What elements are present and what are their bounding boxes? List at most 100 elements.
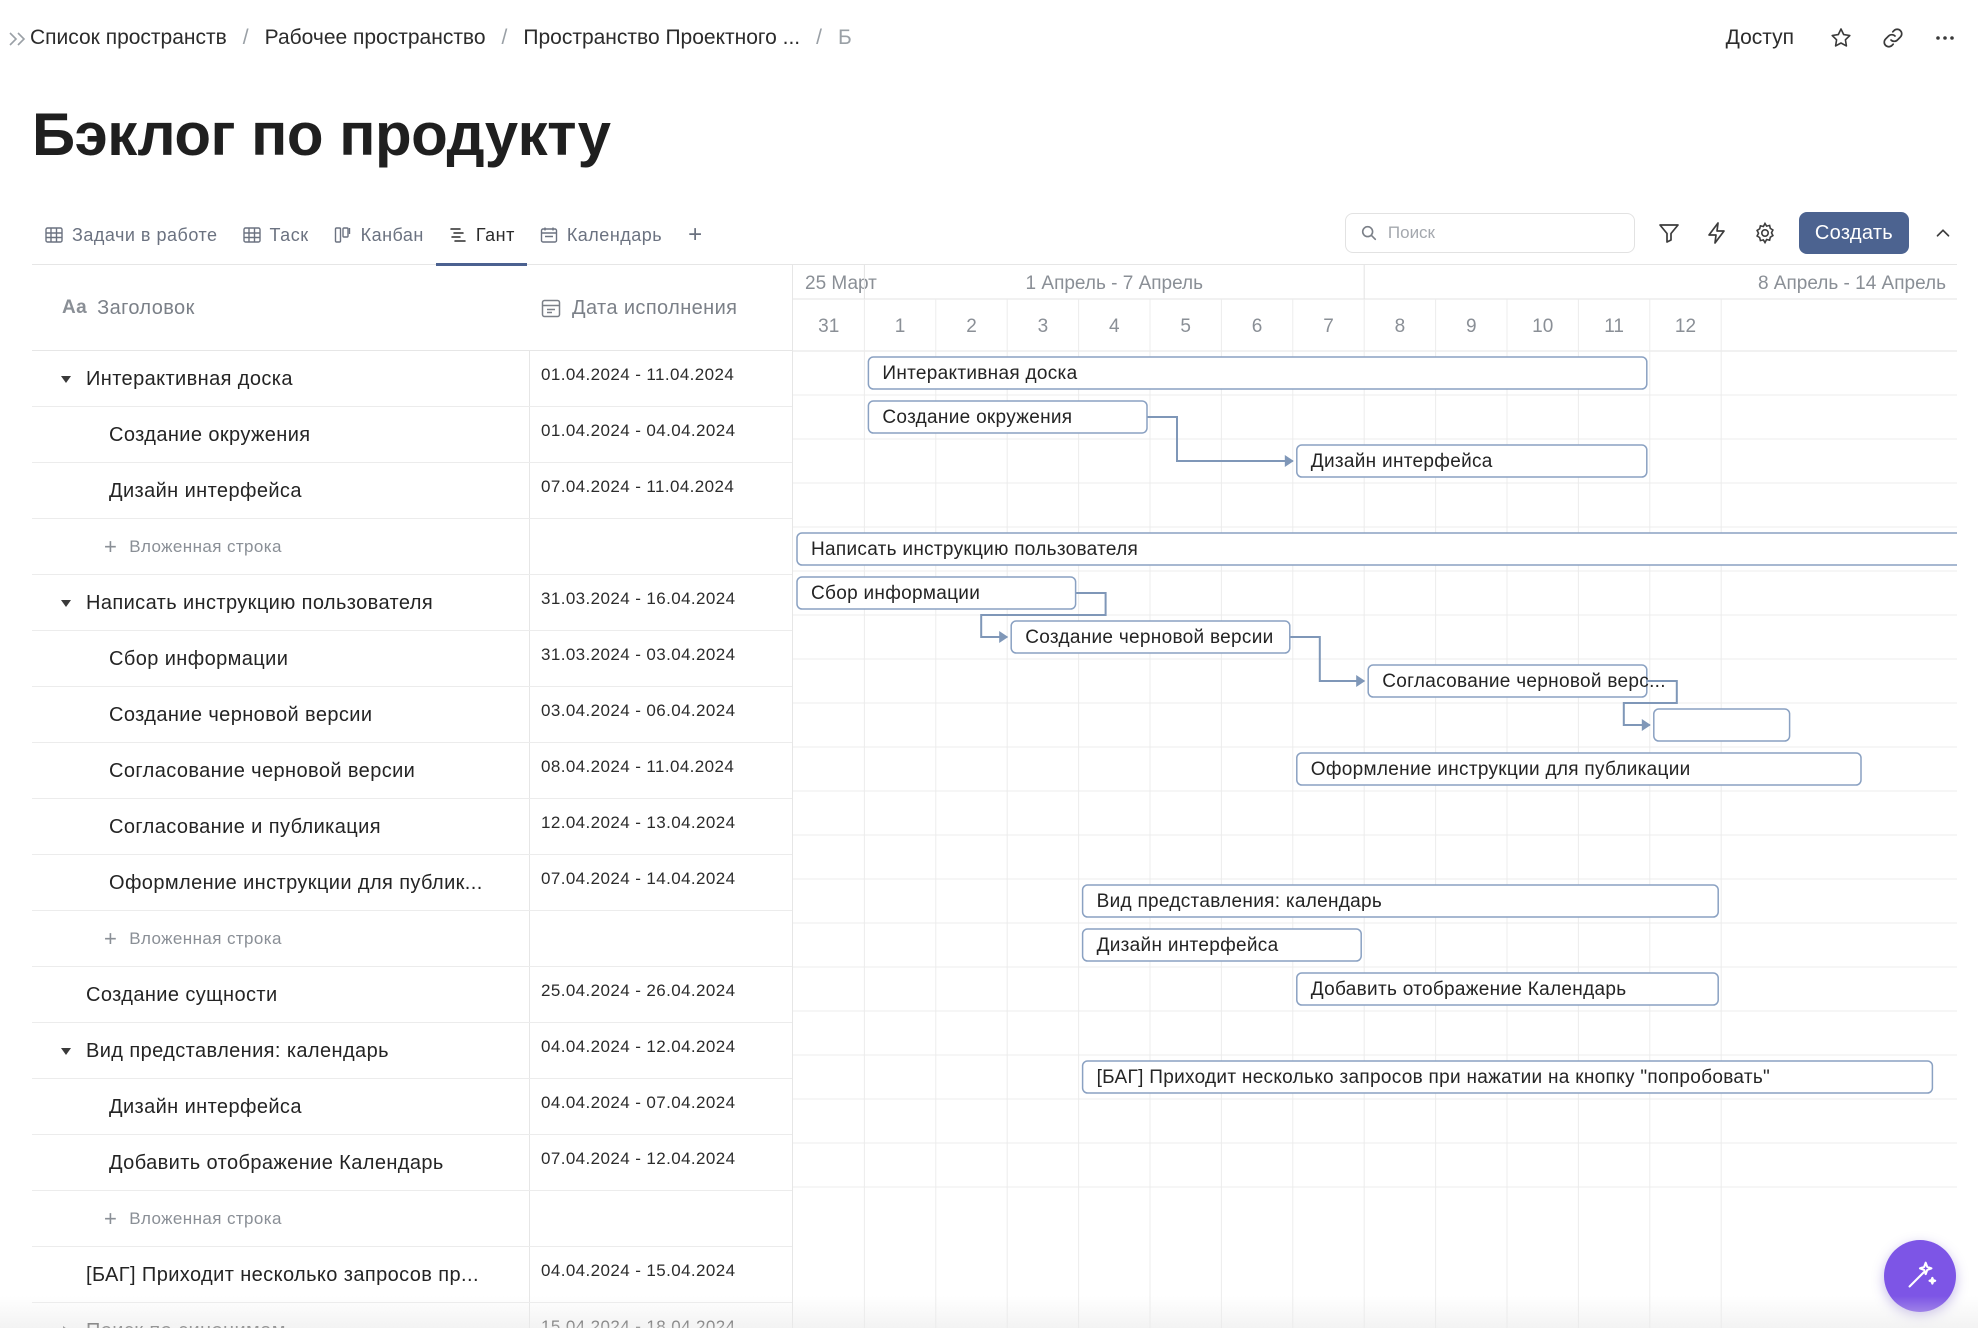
more-icon[interactable] — [1932, 25, 1958, 51]
row-due-date[interactable]: 04.04.2024 - 12.04.2024 — [541, 1023, 735, 1071]
row-due-date[interactable]: 04.04.2024 - 15.04.2024 — [541, 1247, 735, 1295]
caret-down-icon[interactable] — [60, 597, 72, 609]
ai-assistant-button[interactable] — [1884, 1240, 1956, 1312]
column-header-label: Заголовок — [97, 296, 195, 319]
settings-gear-icon[interactable] — [1751, 219, 1779, 247]
table-row[interactable]: Оформление инструкции для публик... 07.04… — [32, 855, 792, 911]
tab-gantt[interactable]: Гант — [435, 205, 527, 266]
table-row[interactable]: Написать инструкцию пользователя 31.03.20… — [32, 575, 792, 631]
table-row[interactable]: Дизайн интерфейса 04.04.2024 - 07.04.2024 — [32, 1079, 792, 1135]
gantt-bar[interactable] — [1653, 708, 1791, 742]
add-subrow-button[interactable]: + Вложенная строка — [104, 911, 282, 967]
calendar-icon — [540, 227, 558, 243]
top-actions: Доступ — [1718, 20, 1958, 56]
table-icon — [242, 227, 261, 243]
gantt-day-label: 1 — [895, 316, 906, 337]
row-due-date[interactable]: 03.04.2024 - 06.04.2024 — [541, 687, 735, 735]
create-button[interactable]: Создать — [1798, 212, 1909, 254]
caret-down-icon[interactable] — [60, 1045, 72, 1057]
table-row[interactable]: Создание черновой версии 03.04.2024 - 06.… — [32, 687, 792, 743]
table-row[interactable]: Согласование и публикация 12.04.2024 - 13… — [32, 799, 792, 855]
row-title[interactable]: Создание сущности — [86, 967, 278, 1023]
gantt-bar-label: [БАГ] Приходит несколько запросов при на… — [1097, 1067, 1770, 1088]
row-title[interactable]: Оформление инструкции для публик... — [109, 855, 483, 911]
automation-bolt-icon[interactable] — [1703, 219, 1731, 247]
add-view-button[interactable]: + — [674, 205, 716, 265]
add-subrow-row[interactable]: + Вложенная строка — [32, 519, 792, 575]
row-due-date[interactable]: 07.04.2024 - 14.04.2024 — [541, 855, 735, 903]
row-title[interactable]: Написать инструкцию пользователя — [86, 575, 433, 631]
table-row[interactable]: Создание сущности 25.04.2024 - 26.04.2024 — [32, 967, 792, 1023]
gantt-bar-label: Вид представления: календарь — [1097, 891, 1383, 912]
expand-sidebar-icon[interactable] — [8, 28, 30, 50]
row-due-date[interactable]: 08.04.2024 - 11.04.2024 — [541, 743, 734, 791]
row-due-date[interactable]: 31.03.2024 - 16.04.2024 — [541, 575, 735, 623]
row-due-date[interactable]: 07.04.2024 - 11.04.2024 — [541, 463, 734, 511]
table-row[interactable]: Согласование черновой версии 08.04.2024 -… — [32, 743, 792, 799]
breadcrumb-item-current: Б — [837, 26, 852, 49]
row-due-date[interactable]: 31.03.2024 - 03.04.2024 — [541, 631, 735, 679]
breadcrumb: Список пространств / Рабочее пространств… — [30, 24, 852, 52]
add-subrow-label: Вложенная строка — [129, 537, 282, 556]
table-row[interactable]: Интерактивная доска 01.04.2024 - 11.04.20… — [32, 351, 792, 407]
row-due-date[interactable]: 07.04.2024 - 12.04.2024 — [541, 1135, 735, 1183]
add-subrow-button[interactable]: + Вложенная строка — [104, 1191, 282, 1247]
breadcrumb-item-spaces[interactable]: Список пространств — [30, 26, 227, 50]
filter-icon[interactable] — [1655, 219, 1683, 247]
table-row[interactable]: Поиск по синонимам 15.04.2024 - 18.04.202… — [32, 1303, 792, 1328]
breadcrumb-item-project-space[interactable]: Пространство Проектного ... — [523, 26, 800, 50]
add-subrow-row[interactable]: + Вложенная строка — [32, 911, 792, 967]
column-header-due-date[interactable]: Дата исполнения — [540, 265, 737, 351]
row-due-date[interactable]: 12.04.2024 - 13.04.2024 — [541, 799, 735, 847]
search-input[interactable] — [1387, 223, 1608, 243]
star-icon[interactable] — [1828, 25, 1854, 51]
tab-label: Канбан — [360, 224, 424, 245]
row-title[interactable]: Сбор информации — [109, 631, 288, 687]
row-title[interactable]: [БАГ] Приходит несколько запросов пр... — [86, 1247, 479, 1303]
page-title: Бэклог по продукту — [32, 101, 611, 168]
row-due-date[interactable]: 01.04.2024 - 04.04.2024 — [541, 407, 735, 455]
gantt-icon — [450, 228, 466, 242]
plus-icon: + — [104, 1206, 118, 1231]
search-box[interactable] — [1344, 213, 1635, 253]
row-title[interactable]: Вид представления: календарь — [86, 1023, 389, 1079]
table-row[interactable]: Создание окружения 01.04.2024 - 04.04.202… — [32, 407, 792, 463]
tab-kanban[interactable]: Канбан — [321, 205, 436, 265]
add-subrow-button[interactable]: + Вложенная строка — [104, 519, 282, 575]
table-row[interactable]: [БАГ] Приходит несколько запросов пр... 0… — [32, 1247, 792, 1303]
gantt-bar-label: Согласование черновой верс... — [1382, 671, 1666, 692]
gantt-day-label: 31 — [818, 316, 839, 337]
row-due-date[interactable]: 04.04.2024 - 07.04.2024 — [541, 1079, 735, 1127]
breadcrumb-item-workspace[interactable]: Рабочее пространство — [265, 26, 486, 50]
top-bar: Список пространств / Рабочее пространств… — [0, 0, 1978, 76]
gantt-day-label: 10 — [1532, 316, 1553, 337]
tab-calendar[interactable]: Календарь — [527, 205, 674, 265]
table-row[interactable]: Дизайн интерфейса 07.04.2024 - 11.04.2024 — [32, 463, 792, 519]
table-row[interactable]: Вид представления: календарь 04.04.2024 -… — [32, 1023, 792, 1079]
table-header: Aa Заголовок Дата исполнения — [32, 265, 792, 351]
tab-tasks-in-progress[interactable]: Задачи в работе — [32, 205, 230, 265]
row-title[interactable]: Согласование и публикация — [109, 799, 381, 855]
row-title[interactable]: Интерактивная доска — [86, 351, 293, 407]
row-title[interactable]: Добавить отображение Календарь — [109, 1135, 444, 1191]
tab-task[interactable]: Таск — [230, 205, 321, 265]
row-title[interactable]: Создание окружения — [109, 407, 311, 463]
gantt-bar-label: Дизайн интерфейса — [1311, 451, 1493, 472]
column-header-title[interactable]: Aa Заголовок — [62, 265, 195, 351]
row-due-date[interactable]: 15.04.2024 - 18.04.2024 — [541, 1303, 735, 1328]
link-icon[interactable] — [1880, 25, 1906, 51]
table-row[interactable]: Сбор информации 31.03.2024 - 03.04.2024 — [32, 631, 792, 687]
collapse-chevron-up-icon[interactable] — [1929, 219, 1957, 247]
table-row[interactable]: Добавить отображение Календарь 07.04.2024… — [32, 1135, 792, 1191]
row-title[interactable]: Поиск по синонимам — [86, 1303, 286, 1328]
row-title[interactable]: Создание черновой версии — [109, 687, 372, 743]
caret-down-icon[interactable] — [60, 373, 72, 385]
access-button[interactable]: Доступ — [1718, 26, 1802, 50]
row-due-date[interactable]: 25.04.2024 - 26.04.2024 — [541, 967, 735, 1015]
breadcrumb-separator: / — [242, 26, 249, 49]
row-title[interactable]: Дизайн интерфейса — [109, 463, 302, 519]
add-subrow-row[interactable]: + Вложенная строка — [32, 1191, 792, 1247]
row-title[interactable]: Согласование черновой версии — [109, 743, 415, 799]
row-due-date[interactable]: 01.04.2024 - 11.04.2024 — [541, 351, 734, 399]
row-title[interactable]: Дизайн интерфейса — [109, 1079, 302, 1135]
